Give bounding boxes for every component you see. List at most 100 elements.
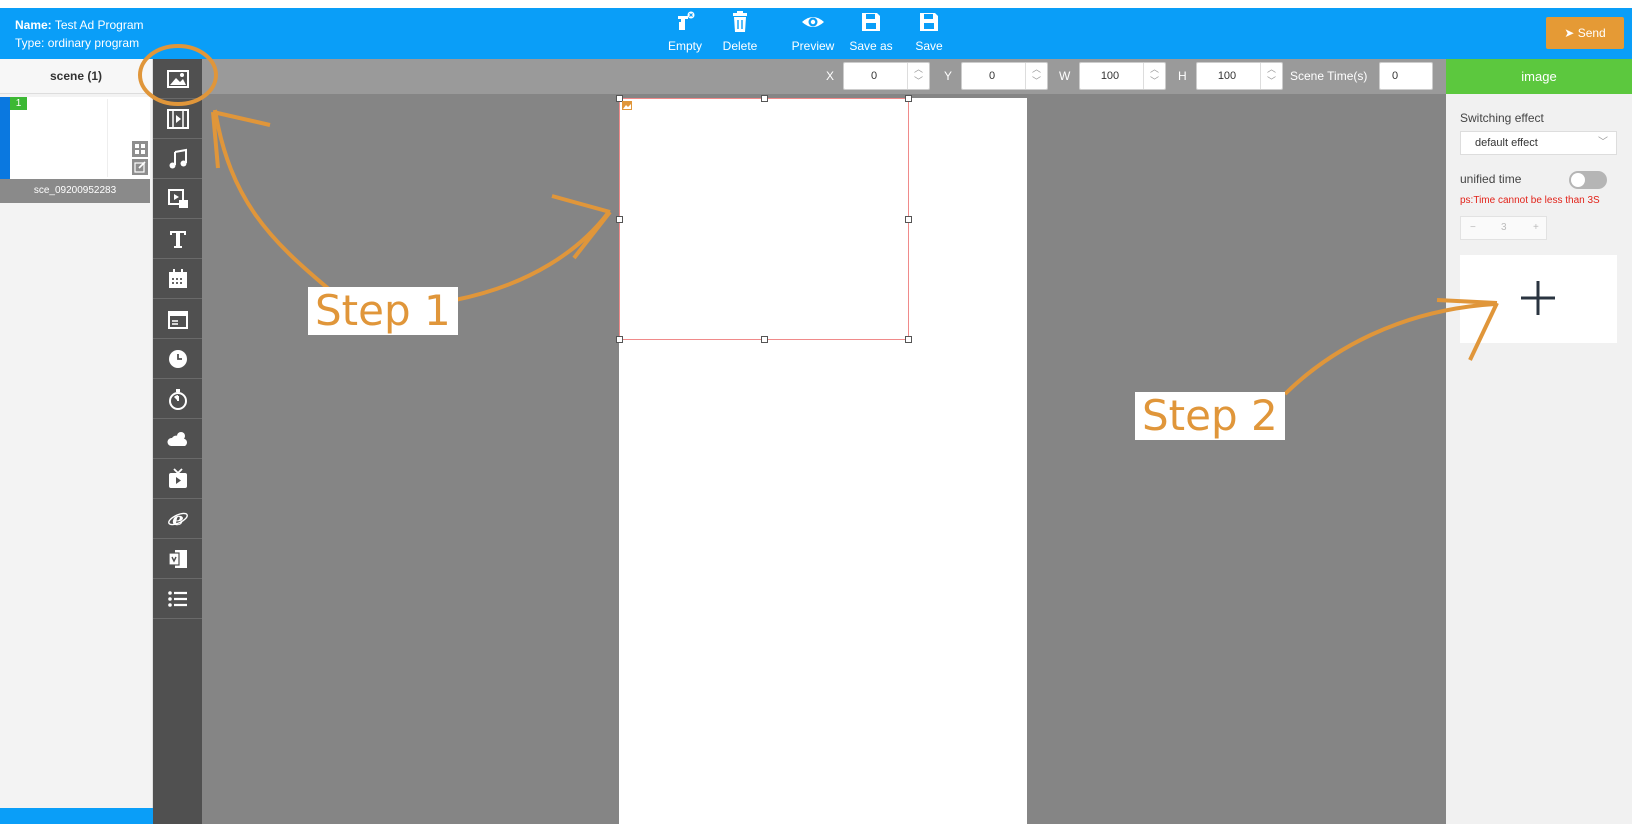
edit-scene-icon[interactable]: [132, 159, 148, 175]
type-label: Type:: [15, 36, 45, 50]
tool-timer[interactable]: [153, 379, 202, 419]
stream-icon: [167, 188, 188, 208]
tool-weather[interactable]: [153, 419, 202, 459]
save-button[interactable]: Save: [899, 10, 959, 56]
h-input[interactable]: 100 ︿ ﹀: [1196, 62, 1283, 90]
eraser-icon: [678, 11, 695, 30]
calendar-icon: [168, 268, 187, 288]
tv-icon: [168, 467, 187, 488]
weather-icon: [166, 431, 187, 446]
w-property: W 100 ︿ ﹀: [1059, 62, 1167, 90]
tool-web[interactable]: e: [153, 499, 202, 539]
editor-page: Name: Test Ad Program Type: ordinary pro…: [0, 0, 1632, 824]
scene-panel: scene (1) 1 sce_09200952283: [0, 59, 153, 824]
image-placeholder-icon: [622, 101, 632, 110]
stepper-value: 3: [1501, 222, 1507, 233]
tool-list[interactable]: [153, 579, 202, 619]
stepper-minus[interactable]: −: [1470, 222, 1476, 233]
scene-panel-title: scene (1): [0, 59, 152, 94]
x-property: X 0 ︿ ﹀: [826, 62, 931, 90]
switching-effect-select[interactable]: default effect ﹀: [1460, 131, 1617, 155]
tool-music[interactable]: [153, 139, 202, 179]
resize-handle-s[interactable]: [761, 336, 768, 343]
x-label: X: [826, 69, 835, 83]
scene-card[interactable]: 1 sce_09200952283: [0, 97, 150, 203]
unified-time-label: unified time: [1460, 172, 1522, 186]
h-spinner[interactable]: ︿ ﹀: [1260, 63, 1282, 89]
send-label: Send: [1577, 26, 1606, 40]
x-input[interactable]: 0 ︿ ﹀: [843, 62, 930, 90]
image-icon: [166, 69, 189, 88]
program-info: Name: Test Ad Program Type: ordinary pro…: [15, 16, 144, 52]
program-name: Test Ad Program: [54, 18, 144, 32]
resize-handle-e[interactable]: [905, 216, 912, 223]
svg-text:e: e: [172, 509, 183, 530]
w-input[interactable]: 100 ︿ ﹀: [1079, 62, 1166, 90]
unified-time-toggle[interactable]: [1569, 171, 1607, 189]
empty-label: Empty: [667, 39, 702, 53]
grid-layout-icon[interactable]: [132, 141, 148, 157]
y-property: Y 0 ︿ ﹀: [944, 62, 1049, 90]
send-button[interactable]: ➤ Send: [1546, 17, 1624, 49]
switching-effect-label: Switching effect: [1460, 111, 1544, 125]
stepper-plus[interactable]: +: [1533, 222, 1539, 233]
scene-time-property: Scene Time(s) 0: [1290, 62, 1435, 90]
clock-icon: [168, 349, 187, 368]
film-icon: [166, 108, 189, 129]
widget-toolbox: e: [153, 59, 202, 824]
y-spinner[interactable]: ︿ ﹀: [1025, 63, 1047, 89]
y-label: Y: [944, 69, 953, 83]
office-icon: [167, 549, 187, 568]
tool-clock[interactable]: [153, 339, 202, 379]
tool-tv[interactable]: [153, 459, 202, 499]
selected-image-region[interactable]: [616, 95, 912, 343]
toggle-knob: [1571, 173, 1585, 187]
tool-video[interactable]: [153, 99, 202, 139]
date-icon: [167, 310, 188, 329]
save-as-button[interactable]: Save as: [841, 10, 901, 56]
floppy-icon: [920, 13, 938, 31]
tool-office[interactable]: [153, 539, 202, 579]
stopwatch-icon: [168, 388, 187, 410]
properties-bar: X 0 ︿ ﹀ Y 0 ︿ ﹀ W 100 ︿ ﹀ H 100 ︿ ﹀ Scen…: [202, 59, 1446, 94]
preview-button[interactable]: Preview: [783, 10, 843, 56]
panel-title: image: [1446, 59, 1632, 94]
save-as-label: Save as: [849, 39, 893, 53]
program-type: ordinary program: [47, 36, 140, 50]
scene-panel-footer[interactable]: [0, 808, 153, 824]
step1-label: Step 1: [308, 287, 458, 335]
text-icon: [169, 230, 186, 248]
chevron-down-icon: ﹀: [1598, 137, 1608, 148]
resize-handle-ne[interactable]: [905, 95, 912, 102]
time-stepper[interactable]: − 3 +: [1460, 216, 1547, 240]
h-property: H 100 ︿ ﹀: [1178, 62, 1284, 90]
y-input[interactable]: 0 ︿ ﹀: [961, 62, 1048, 90]
delete-label: Delete: [722, 39, 758, 53]
time-warning: ps:Time cannot be less than 3S: [1460, 195, 1600, 206]
scene-name: sce_09200952283: [0, 179, 150, 203]
tool-stream[interactable]: [153, 179, 202, 219]
empty-button[interactable]: Empty: [655, 10, 715, 56]
h-label: H: [1178, 69, 1187, 83]
w-label: W: [1059, 69, 1071, 83]
floppy-icon: [862, 13, 880, 31]
scene-time-label: Scene Time(s): [1290, 69, 1368, 83]
resize-handle-n[interactable]: [761, 95, 768, 102]
scene-time-input[interactable]: 0: [1379, 62, 1433, 90]
x-spinner[interactable]: ︿ ﹀: [907, 63, 929, 89]
w-spinner[interactable]: ︿ ﹀: [1143, 63, 1165, 89]
add-image-button[interactable]: [1460, 255, 1617, 343]
resize-handle-sw[interactable]: [616, 336, 623, 343]
list-icon: [167, 590, 187, 607]
tool-text[interactable]: [153, 219, 202, 259]
eye-icon: [802, 17, 824, 27]
delete-button[interactable]: Delete: [710, 10, 770, 56]
tool-calendar[interactable]: [153, 259, 202, 299]
tool-datetime[interactable]: [153, 299, 202, 339]
tool-image[interactable]: [153, 59, 202, 99]
properties-panel: image Switching effect default effect ﹀ …: [1446, 59, 1632, 824]
name-label: Name:: [15, 18, 52, 32]
resize-handle-se[interactable]: [905, 336, 912, 343]
resize-handle-w[interactable]: [616, 216, 623, 223]
send-icon: ➤: [1564, 26, 1575, 40]
